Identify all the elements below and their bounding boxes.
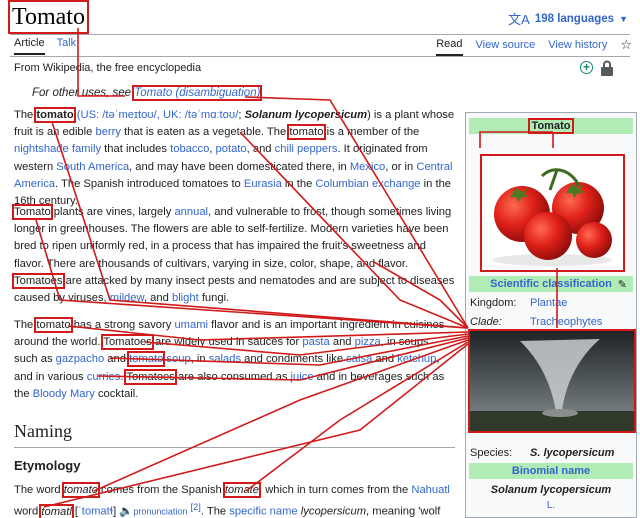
link-umami[interactable]: umami bbox=[174, 319, 208, 331]
infobox-row-clade: Clade: Tracheophytes bbox=[470, 316, 632, 328]
etymology-paragraph: The word tomato comes from the Spanish t… bbox=[14, 482, 450, 518]
title-divider bbox=[10, 34, 630, 35]
word-tomate: tomate bbox=[222, 482, 262, 498]
us-pronunciation-link[interactable]: (US: /təˈmeɪtoʊ/ bbox=[77, 109, 157, 121]
binomial-value: Solanum lycopersicum bbox=[490, 484, 612, 496]
word-tomatoes: Tomatoes bbox=[124, 368, 177, 385]
link-pizza[interactable]: pizza bbox=[355, 336, 381, 348]
section-divider bbox=[14, 447, 455, 448]
link-tomato-soup[interactable]: soup bbox=[163, 353, 190, 365]
link-columbian-exchange[interactable]: Columbian exchange bbox=[315, 178, 420, 190]
link-chili[interactable]: chili peppers bbox=[275, 143, 338, 155]
clade-value[interactable]: Tracheophytes bbox=[530, 316, 602, 328]
link-juice[interactable]: juice bbox=[291, 371, 314, 383]
kingdom-label: Kingdom: bbox=[470, 297, 517, 309]
hatnote: For other uses, see Tomato (disambiguati… bbox=[32, 85, 264, 101]
lock-icon bbox=[601, 60, 613, 76]
subsection-heading-etymology: Etymology bbox=[14, 458, 81, 473]
link-south-america[interactable]: South America bbox=[56, 161, 129, 173]
lead-paragraph: The tomato (US: /təˈmeɪtoʊ/, UK: /təˈmɑː… bbox=[14, 107, 455, 208]
link-berry[interactable]: berry bbox=[95, 126, 121, 138]
infobox-row-kingdom: Kingdom: Plantae bbox=[470, 297, 632, 309]
link-annual[interactable]: annual bbox=[174, 206, 208, 218]
link-eurasia[interactable]: Eurasia bbox=[244, 178, 282, 190]
link-potato[interactable]: potato bbox=[216, 143, 247, 155]
link-ketchup[interactable]: ketchup bbox=[397, 353, 436, 365]
binomial-name-band: Binomial name bbox=[469, 463, 633, 479]
link-tobacco[interactable]: tobacco bbox=[170, 143, 209, 155]
word-tomato: tomato bbox=[34, 317, 73, 333]
tagline: From Wikipedia, the free encyclopedia bbox=[14, 62, 202, 74]
tab-view-history[interactable]: View history bbox=[548, 39, 607, 55]
pencil-icon[interactable]: ✎ bbox=[618, 277, 627, 293]
word-lycopersicum: lycopersicum bbox=[300, 505, 367, 518]
species-value: S. lycopersicum bbox=[530, 447, 615, 459]
star-icon[interactable]: ☆ bbox=[620, 37, 632, 57]
page-title: Tomato bbox=[8, 0, 89, 34]
uk-pronunciation-link[interactable]: , UK: /təˈmɑːtoʊ/ bbox=[157, 109, 239, 121]
speaker-icon[interactable]: 🔈 bbox=[119, 506, 133, 518]
binomial-name-link[interactable]: Binomial name bbox=[512, 465, 590, 477]
section-heading-naming: Naming bbox=[14, 421, 72, 441]
disambiguation-link[interactable]: Tomato (disambiguation) bbox=[132, 85, 263, 101]
tabs-divider bbox=[10, 56, 630, 57]
clade-label: Clade: bbox=[470, 316, 502, 328]
hatnote-text: For other uses, see bbox=[32, 87, 135, 99]
scientific-classification-link[interactable]: Scientific classification bbox=[490, 278, 612, 290]
chevron-down-icon: ▼ bbox=[619, 13, 628, 24]
word-tomato: tomato bbox=[287, 124, 326, 141]
link-nightshade[interactable]: nightshade family bbox=[14, 143, 101, 155]
hatnote-end: . bbox=[260, 87, 264, 99]
tab-article[interactable]: Article bbox=[14, 37, 45, 55]
kingdom-value[interactable]: Plantae bbox=[530, 297, 567, 309]
tornado-image[interactable] bbox=[468, 329, 636, 433]
link-pasta[interactable]: pasta bbox=[302, 336, 329, 348]
tab-read[interactable]: Read bbox=[436, 38, 463, 56]
tomato-image[interactable] bbox=[480, 154, 625, 272]
species-label: Species: bbox=[470, 447, 513, 459]
link-gazpacho[interactable]: gazpacho bbox=[56, 353, 105, 365]
word-tomatoes: Tomatoes bbox=[12, 272, 65, 289]
tab-view-source[interactable]: View source bbox=[476, 39, 536, 55]
link-salsa[interactable]: salsa bbox=[346, 353, 372, 365]
infobox-title: Tomato bbox=[527, 118, 575, 134]
citation-link[interactable]: [2] bbox=[190, 502, 200, 512]
link-tomato-soup-tomato[interactable]: tomato bbox=[127, 351, 166, 368]
paragraph-2: Tomato plants are vines, largely annual,… bbox=[12, 204, 455, 305]
scientific-classification-band: Scientific classification ✎ bbox=[469, 276, 633, 292]
paragraph-3: The tomato has a strong savory umami fla… bbox=[14, 317, 445, 400]
authority-link[interactable]: L. bbox=[466, 500, 636, 511]
infobox: Tomato Scientific classification ✎ Kingd… bbox=[465, 112, 637, 518]
link-specific-name[interactable]: specific name bbox=[229, 506, 297, 518]
infobox-title-band: Tomato bbox=[469, 118, 633, 134]
ipa-link[interactable]: ˈtomatɬ bbox=[78, 506, 113, 518]
language-count: 198 languages bbox=[534, 12, 615, 25]
view-tabs: Read View source View history ☆ bbox=[436, 37, 632, 57]
link-blight[interactable]: blight bbox=[172, 292, 199, 304]
link-nahuatl[interactable]: Nahuatl bbox=[411, 484, 450, 496]
language-selector[interactable]: 文A 198 languages ▼ bbox=[508, 9, 628, 28]
tab-talk[interactable]: Talk bbox=[57, 37, 77, 55]
translate-icon: 文A bbox=[508, 12, 530, 27]
pronunciation-link[interactable]: pronunciation bbox=[133, 507, 187, 517]
word-tomato: Tomato bbox=[12, 204, 53, 220]
link-bloody-mary[interactable]: Bloody Mary bbox=[33, 388, 95, 400]
link-curries[interactable]: curries bbox=[87, 371, 121, 383]
namespace-tabs: Article Talk bbox=[14, 37, 76, 55]
link-mildew[interactable]: mildew bbox=[110, 292, 144, 304]
word-tomato-italic: tomato bbox=[61, 482, 100, 498]
bold-tomato: tomato bbox=[34, 107, 76, 123]
plus-icon[interactable]: + bbox=[580, 61, 593, 74]
word-tomatl: tomatl bbox=[39, 503, 74, 518]
word-tomatoes: Tomatoes bbox=[101, 334, 154, 351]
infobox-row-species: Species: S. lycopersicum bbox=[470, 447, 632, 459]
link-mexico[interactable]: Mexico bbox=[350, 161, 385, 173]
scientific-name: Solanum lycopersicum bbox=[244, 109, 368, 121]
link-salads[interactable]: salads bbox=[209, 353, 241, 365]
